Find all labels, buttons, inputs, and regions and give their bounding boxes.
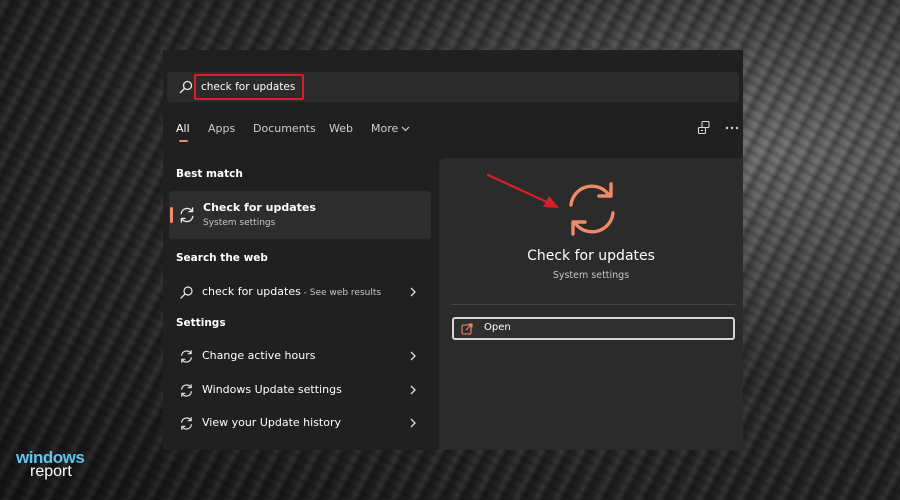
windows-report-logo: windows report [16,448,101,484]
tab-more[interactable]: More [371,122,410,135]
web-result-query: check for updates [202,285,301,298]
best-match-heading: Best match [176,168,243,180]
selection-indicator [170,207,173,223]
search-input[interactable]: check for updates [194,74,304,100]
search-web-heading: Search the web [176,252,268,264]
chevron-right-icon [410,287,416,297]
more-options-icon[interactable] [724,120,740,136]
search-panel: check for updates All Apps Documents Web… [163,50,743,450]
web-result-hint: - See web results [300,288,382,298]
best-match-title: Check for updates [203,201,316,214]
web-result-item[interactable]: check for updates - See web results [169,277,431,307]
sync-icon [569,182,615,236]
chevron-right-icon [410,385,416,395]
best-match-subtitle: System settings [203,218,276,228]
sync-icon [181,384,192,397]
preview-subtitle: System settings [552,270,630,281]
share-icon[interactable] [696,120,712,136]
sync-icon [181,417,192,430]
search-bar[interactable]: check for updates [167,72,739,102]
preview-title: Check for updates [527,248,655,264]
best-match-result[interactable]: Check for updates System settings [169,191,431,239]
settings-item-change-active-hours[interactable]: Change active hours [169,341,431,371]
settings-item-label: Windows Update settings [202,383,342,396]
settings-item-windows-update-settings[interactable]: Windows Update settings [169,375,431,405]
sync-icon [181,350,192,363]
web-result-label: check for updates - See web results [202,285,381,298]
chevron-right-icon [410,418,416,428]
settings-heading: Settings [176,317,226,329]
tab-more-label: More [371,122,399,135]
search-icon [180,286,193,299]
open-external-icon [461,323,473,335]
settings-item-label: Change active hours [202,349,316,362]
chevron-down-icon [401,126,410,132]
chevron-right-icon [410,351,416,361]
tab-apps[interactable]: Apps [208,122,235,135]
annotation-arrow [486,173,559,208]
sync-icon [180,207,194,223]
preview-divider [451,304,735,305]
logo-line2: report [30,463,72,480]
tab-all[interactable]: All [176,122,190,135]
settings-item-view-update-history[interactable]: View your Update history [169,408,431,438]
tab-web[interactable]: Web [329,122,353,135]
open-button[interactable]: Open [452,317,735,340]
search-icon [179,80,193,94]
settings-item-label: View your Update history [202,416,341,429]
active-tab-indicator [179,140,188,142]
open-button-label: Open [484,322,511,333]
tab-documents[interactable]: Documents [253,122,316,135]
